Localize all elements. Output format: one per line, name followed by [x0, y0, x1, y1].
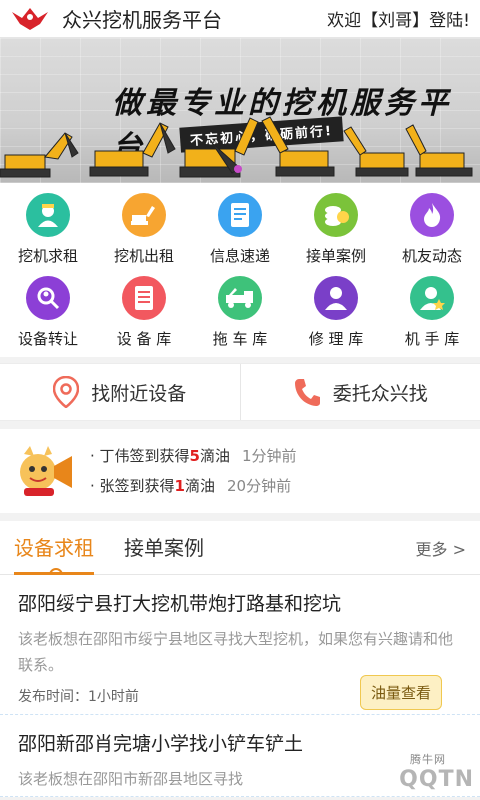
tow-truck-icon [218, 276, 262, 320]
listing-tabs: 设备求租 接单案例 更多 > [0, 521, 480, 582]
check-fuel-button[interactable]: 油量查看 [359, 675, 442, 710]
menu-item-operator-library[interactable]: 机 手 库 [384, 276, 480, 349]
listing-title: 邵阳新邵肖完塘小学找小铲车铲土 [18, 733, 304, 755]
operator-icon [410, 276, 454, 320]
menu-label: 接单案例 [305, 247, 366, 265]
app-title: 众兴挖机服务平台 [62, 8, 222, 32]
find-nearby-label: 找附近设备 [91, 382, 187, 405]
listing-card[interactable]: 邵阳绥宁县打大挖机带炮打路基和挖坑 该老板想在邵阳市绥宁县地区寻找大型挖机，如果… [0, 575, 480, 715]
list-icon [122, 276, 166, 320]
entrust-button[interactable]: 委托众兴找 [239, 364, 480, 420]
menu-item-repair-library[interactable]: 修 理 库 [288, 276, 384, 349]
menu-item-equipment-transfer[interactable]: 设备转让 [0, 276, 96, 349]
menu-label: 挖机求租 [17, 247, 78, 265]
tab-order-cases[interactable]: 接单案例 [124, 521, 204, 575]
username: 刘哥 [378, 11, 413, 31]
listing-description: 该老板想在邵阳市新邵县地区寻找 [18, 770, 244, 788]
menu-label: 机友动态 [401, 247, 462, 265]
app-header: 众兴挖机服务平台 欢迎【刘哥】登陆! [0, 0, 480, 38]
menu-label: 挖机出租 [113, 247, 174, 265]
menu-label: 拖 车 库 [212, 330, 268, 348]
quick-actions: 找附近设备 委托众兴找 [0, 363, 480, 421]
more-link[interactable]: 更多 > [416, 536, 467, 560]
welcome-text: 欢迎【刘哥】登陆! [327, 11, 470, 31]
listing-description: 该老板想在邵阳市绥宁县地区寻找大型挖机，如果您有兴趣请和他联系。 [18, 630, 454, 674]
find-nearby-button[interactable]: 找附近设备 [0, 364, 240, 420]
sign-in-news: · 丁伟签到获得5滴油 1分钟前 · 张签到获得1滴油 20分钟前 [0, 429, 480, 513]
menu-label: 信息速递 [209, 247, 270, 265]
menu-item-friends-news[interactable]: 机友动态 [384, 193, 480, 266]
menu-item-excavator-rental[interactable]: 挖机出租 [96, 193, 192, 266]
search-person-icon [26, 276, 70, 320]
site-watermark: 腾牛网 QQTN [399, 753, 474, 792]
mechanic-icon [314, 276, 358, 320]
hero-banner[interactable]: 做最专业的挖机服务平台 不忘初心，砥砺前行! [0, 38, 480, 183]
coins-icon [314, 193, 358, 237]
news-item[interactable]: · 丁伟签到获得5滴油 1分钟前 [90, 441, 297, 471]
function-menu: 挖机求租 挖机出租 信息速递 接单案例 机友动态 设备转让 设 备 库 拖 车 … [0, 183, 480, 357]
listing-card[interactable]: 邵阳新邵肖完塘小学找小铲车铲土 该老板想在邵阳市新邵县地区寻找 腾牛网 QQTN [0, 715, 480, 797]
logo-icon [12, 7, 48, 30]
menu-item-order-cases[interactable]: 接单案例 [288, 193, 384, 266]
tab-equipment-rent-request[interactable]: 设备求租 [14, 521, 94, 582]
excavator-icon [122, 193, 166, 237]
menu-item-equipment-library[interactable]: 设 备 库 [96, 276, 192, 349]
menu-label: 设 备 库 [116, 330, 172, 348]
megaphone-icon [20, 446, 72, 496]
menu-item-excavator-rent-request[interactable]: 挖机求租 [0, 193, 96, 266]
location-pin-icon [53, 376, 80, 408]
phone-icon [294, 379, 320, 406]
menu-label: 修 理 库 [308, 330, 364, 348]
menu-item-info-express[interactable]: 信息速递 [192, 193, 288, 266]
menu-item-tow-truck-library[interactable]: 拖 车 库 [192, 276, 288, 349]
excavators-illustration [0, 116, 473, 178]
worker-icon [26, 193, 70, 237]
flame-icon [410, 193, 454, 237]
news-item[interactable]: · 张签到获得1滴油 20分钟前 [90, 471, 297, 501]
entrust-label: 委托众兴找 [332, 382, 428, 405]
listing-title: 邵阳绥宁县打大挖机带炮打路基和挖坑 [18, 593, 342, 615]
document-icon [218, 193, 262, 237]
menu-label: 机 手 库 [404, 330, 460, 348]
menu-label: 设备转让 [17, 330, 78, 348]
